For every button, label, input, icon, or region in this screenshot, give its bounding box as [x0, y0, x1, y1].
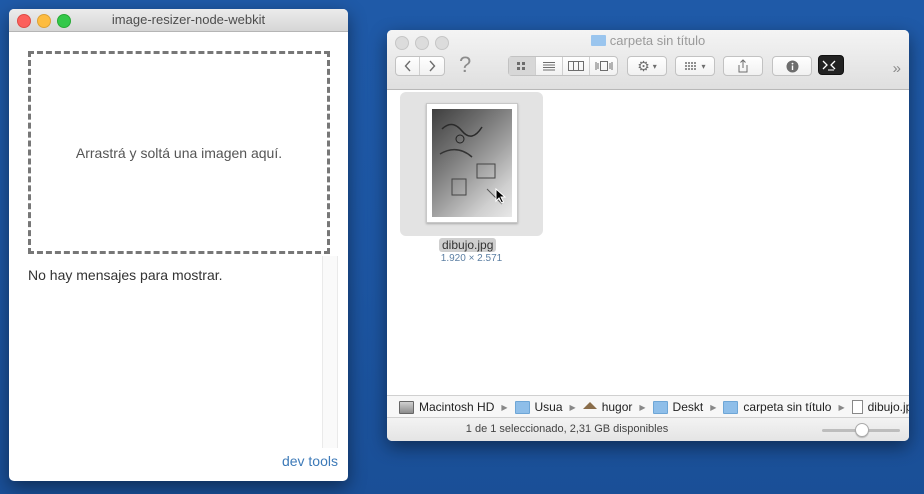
minimize-window-button[interactable]: [37, 14, 51, 28]
icon-view-button[interactable]: [509, 57, 536, 75]
icon-view-icon: [517, 62, 525, 70]
list-view-button[interactable]: [536, 57, 563, 75]
folder-icon: [652, 400, 668, 414]
chevron-down-icon: ▾: [652, 61, 657, 71]
finder-title-text: carpeta sin título: [609, 33, 706, 48]
path-item-label: hugor: [601, 400, 633, 414]
info-icon: [786, 60, 798, 72]
app-window: image-resizer-node-webkit Arrastrá y sol…: [9, 9, 348, 481]
path-separator-icon: ▶: [501, 402, 508, 412]
column-view-button[interactable]: [563, 57, 590, 75]
home-icon: [582, 401, 597, 409]
path-bar: Macintosh HD ▶ Usua ▶ hugor ▶ Deskt ▶ ca…: [387, 395, 909, 418]
finder-content[interactable]: dibujo.jpg 1.920 × 2.571: [387, 90, 909, 395]
app-titlebar[interactable]: image-resizer-node-webkit: [9, 9, 348, 32]
path-separator-icon: ▶: [569, 402, 576, 412]
path-item-label: carpeta sin título: [743, 400, 832, 414]
path-item-usuarios[interactable]: Usua: [514, 400, 563, 414]
terminal-icon: [822, 60, 836, 71]
chevron-right-icon: [429, 60, 436, 72]
path-separator-icon: ▶: [710, 402, 717, 412]
file-item-selected[interactable]: [400, 92, 543, 236]
action-menu-button[interactable]: ⚙ ▾: [627, 56, 667, 76]
file-name-label[interactable]: dibujo.jpg: [439, 238, 497, 252]
path-item-macintosh-hd[interactable]: Macintosh HD: [399, 400, 494, 414]
path-separator-icon: ▶: [838, 402, 845, 412]
gear-icon: ⚙: [637, 57, 650, 74]
path-separator-icon: ▶: [639, 402, 646, 412]
get-info-button[interactable]: [772, 56, 812, 76]
list-view-icon: [543, 62, 555, 71]
arrange-menu-button[interactable]: ▾: [675, 56, 715, 76]
arrange-icon: [685, 62, 698, 70]
file-thumbnail: [426, 103, 518, 223]
back-forward-buttons: [395, 56, 445, 76]
path-item-home[interactable]: hugor: [582, 400, 633, 414]
path-item-label: Macintosh HD: [419, 400, 495, 414]
zoom-window-button[interactable]: [57, 14, 71, 28]
view-mode-control: [508, 56, 618, 76]
close-window-button[interactable]: [17, 14, 31, 28]
path-item-carpeta[interactable]: carpeta sin título: [723, 400, 831, 414]
coverflow-view-icon: [595, 61, 612, 71]
icon-size-slider-knob[interactable]: [855, 423, 869, 437]
path-item-label: dibujo.jpg: [867, 400, 909, 414]
folder-icon: [590, 35, 606, 46]
hard-drive-icon: [399, 400, 414, 414]
messages-text: No hay mensajes para mostrar.: [28, 267, 223, 283]
folder-icon: [514, 400, 530, 414]
finder-title: carpeta sin título: [387, 33, 909, 48]
coverflow-view-button[interactable]: [590, 57, 617, 75]
path-item-file[interactable]: dibujo.jpg: [851, 400, 909, 414]
terminal-button[interactable]: [818, 55, 844, 75]
finder-window: carpeta sin título ? ⚙ ▾ ▾ » dibujo.jpg …: [387, 30, 909, 441]
document-icon: [851, 400, 863, 414]
image-dropzone[interactable]: Arrastrá y soltá una imagen aquí.: [28, 51, 330, 254]
share-icon: [738, 59, 748, 73]
dropzone-text: Arrastrá y soltá una imagen aquí.: [75, 144, 283, 161]
status-bar: 1 de 1 seleccionado, 2,31 GB disponibles: [387, 417, 909, 441]
status-text: 1 de 1 seleccionado, 2,31 GB disponibles: [465, 423, 669, 435]
share-button[interactable]: [723, 56, 763, 76]
chevron-left-icon: [404, 60, 411, 72]
path-item-label: Deskt: [672, 400, 704, 414]
toolbar-overflow-icon[interactable]: »: [893, 60, 901, 77]
messages-scrollbar[interactable]: [322, 256, 338, 448]
file-dimensions: 1.920 × 2.571: [440, 253, 503, 264]
back-button[interactable]: [396, 57, 420, 75]
finder-toolbar: carpeta sin título ? ⚙ ▾ ▾ »: [387, 30, 909, 90]
path-item-label: Usua: [534, 400, 563, 414]
path-item-desktop[interactable]: Deskt: [652, 400, 704, 414]
app-window-title: image-resizer-node-webkit: [111, 12, 266, 27]
column-view-icon: [568, 61, 584, 71]
dev-tools-link[interactable]: dev tools: [282, 453, 338, 469]
mouse-cursor-icon: [495, 188, 506, 204]
chevron-down-icon: ▾: [701, 61, 706, 71]
folder-icon: [723, 400, 739, 414]
help-icon[interactable]: ?: [459, 52, 471, 78]
forward-button[interactable]: [420, 57, 444, 75]
